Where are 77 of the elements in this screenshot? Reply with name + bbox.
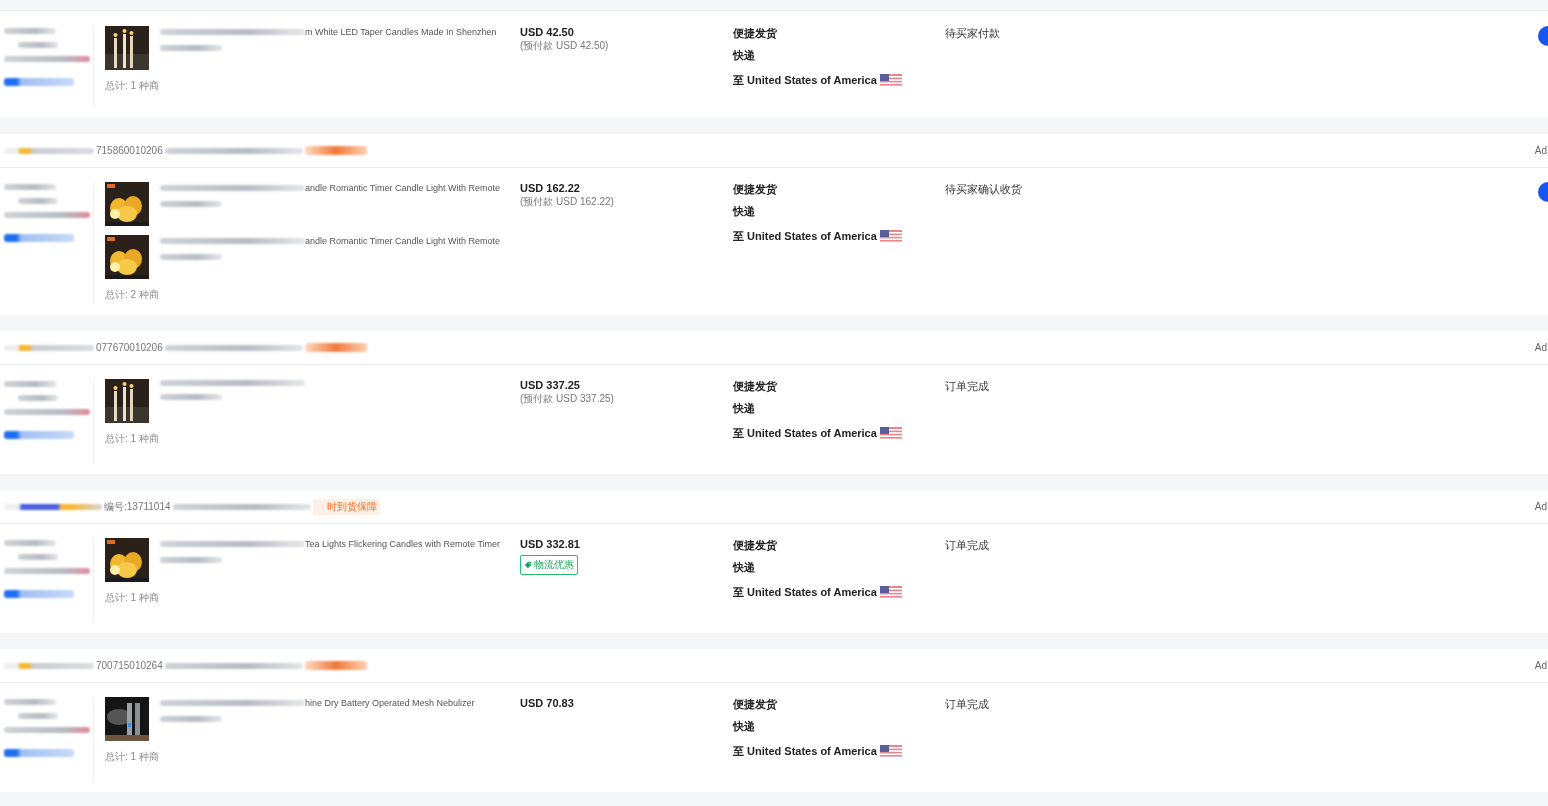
flag-icon xyxy=(879,74,902,87)
shipping-method: 快递 xyxy=(733,48,756,63)
order-status: 订单完成 xyxy=(945,379,990,394)
shipping-method: 便捷发货 xyxy=(733,697,778,712)
destination: 至 United States of America xyxy=(733,744,877,759)
item-count: 总计: 1 种商 xyxy=(105,432,160,446)
order-number: 077670010206 xyxy=(96,342,163,353)
redacted-text xyxy=(160,254,222,260)
logistics-badge: 物流优惠 xyxy=(520,555,578,575)
redacted-text xyxy=(4,28,56,34)
flag-icon xyxy=(879,745,902,758)
product-title: andle Romantic Timer Candle Light With Remote xyxy=(305,183,501,193)
header-text: Ad xyxy=(1534,501,1547,512)
redacted-text xyxy=(4,78,74,86)
product-title: m White LED Taper Candles Made In Shenzhen xyxy=(305,27,497,37)
order-number: 700715010264 xyxy=(96,660,163,671)
action-button[interactable] xyxy=(1538,26,1548,46)
redacted-text xyxy=(4,699,56,705)
prepaid-amount: (预付款 USD 162.22) xyxy=(520,195,614,209)
order-price: USD 162.22 xyxy=(520,182,580,194)
item-count: 总计: 1 种商 xyxy=(105,591,160,605)
shipping-method: 便捷发货 xyxy=(733,26,778,41)
order-number: 编号:13711014 xyxy=(104,499,171,514)
prepaid-amount: (预付款 USD 337.25) xyxy=(520,392,614,406)
redacted-text xyxy=(160,201,222,207)
header-text: Ad xyxy=(1534,145,1547,156)
redacted-text xyxy=(4,749,74,757)
flag-icon xyxy=(879,427,902,440)
destination: 至 United States of America xyxy=(733,585,877,600)
shipping-method: 快递 xyxy=(733,204,756,219)
header-text: Ad xyxy=(1534,660,1547,671)
redacted-text xyxy=(4,234,74,242)
shipping-method: 便捷发货 xyxy=(733,538,778,553)
redacted-text xyxy=(4,184,56,190)
redacted-text xyxy=(160,394,222,400)
order-price: USD 337.25 xyxy=(520,379,580,391)
order-status: 订单完成 xyxy=(945,538,990,553)
destination: 至 United States of America xyxy=(733,426,877,441)
shipping-method: 便捷发货 xyxy=(733,182,778,197)
order-status: 待买家确认收货 xyxy=(945,182,1023,197)
redacted-text xyxy=(18,395,58,401)
item-count: 总计: 1 种商 xyxy=(105,79,160,93)
redacted-text xyxy=(4,431,74,439)
redacted-text xyxy=(4,590,74,598)
destination: 至 United States of America xyxy=(733,229,877,244)
redacted-text xyxy=(4,540,56,546)
shipping-method: 便捷发货 xyxy=(733,379,778,394)
product-title: hine Dry Battery Operated Mesh Nebulizer xyxy=(305,698,475,708)
redacted-text xyxy=(18,198,58,204)
product-title: andle Romantic Timer Candle Light With Remote xyxy=(305,236,501,246)
flag-icon xyxy=(879,230,902,243)
order-price: USD 332.81 xyxy=(520,538,580,550)
item-count: 总计: 2 种商 xyxy=(105,288,160,302)
item-count: 总计: 1 种商 xyxy=(105,750,160,764)
product-title: Tea Lights Flickering Candles with Remote Timer xyxy=(305,539,501,549)
redacted-text xyxy=(18,42,58,48)
shipping-method: 快递 xyxy=(733,719,756,734)
shipping-method: 快递 xyxy=(733,401,756,416)
redacted-text xyxy=(160,557,222,563)
redacted-text xyxy=(18,713,58,719)
redacted-text xyxy=(18,554,58,560)
flag-icon xyxy=(879,586,902,599)
redacted-text xyxy=(160,716,222,722)
order-number: 715860010206 xyxy=(96,145,163,156)
destination: 至 United States of America xyxy=(733,73,877,88)
header-text: Ad xyxy=(1534,342,1547,353)
order-price: USD 70.83 xyxy=(520,697,574,709)
shipping-method: 快递 xyxy=(733,560,756,575)
redacted-text xyxy=(4,381,56,387)
prepaid-amount: (预付款 USD 42.50) xyxy=(520,39,609,53)
service-tag: 时到货保障 xyxy=(312,498,380,515)
order-status: 订单完成 xyxy=(945,697,990,712)
order-status: 待买家付款 xyxy=(945,26,1001,41)
tag-icon xyxy=(524,561,532,569)
action-button[interactable] xyxy=(1538,182,1548,202)
redacted-text xyxy=(160,45,222,51)
order-price: USD 42.50 xyxy=(520,26,574,38)
